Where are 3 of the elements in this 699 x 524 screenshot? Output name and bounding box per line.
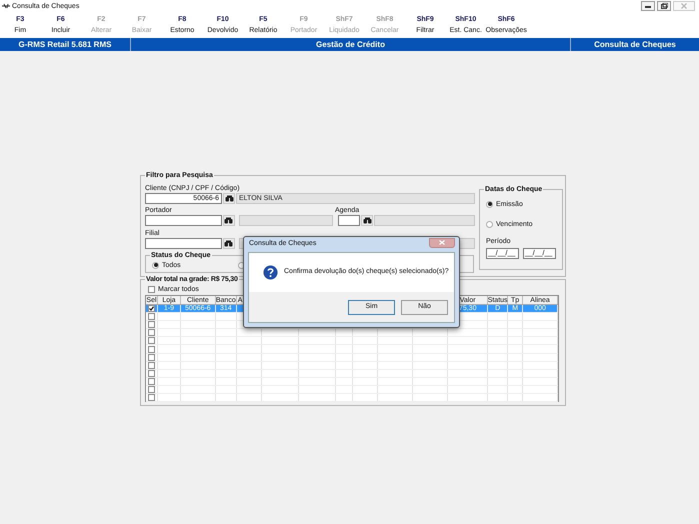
screen-label: Consulta de Cheques (594, 40, 676, 48)
product-label: G-RMS Retail 5.681 RMS (18, 40, 112, 48)
module-label: Gestão de Crédito (316, 40, 385, 48)
